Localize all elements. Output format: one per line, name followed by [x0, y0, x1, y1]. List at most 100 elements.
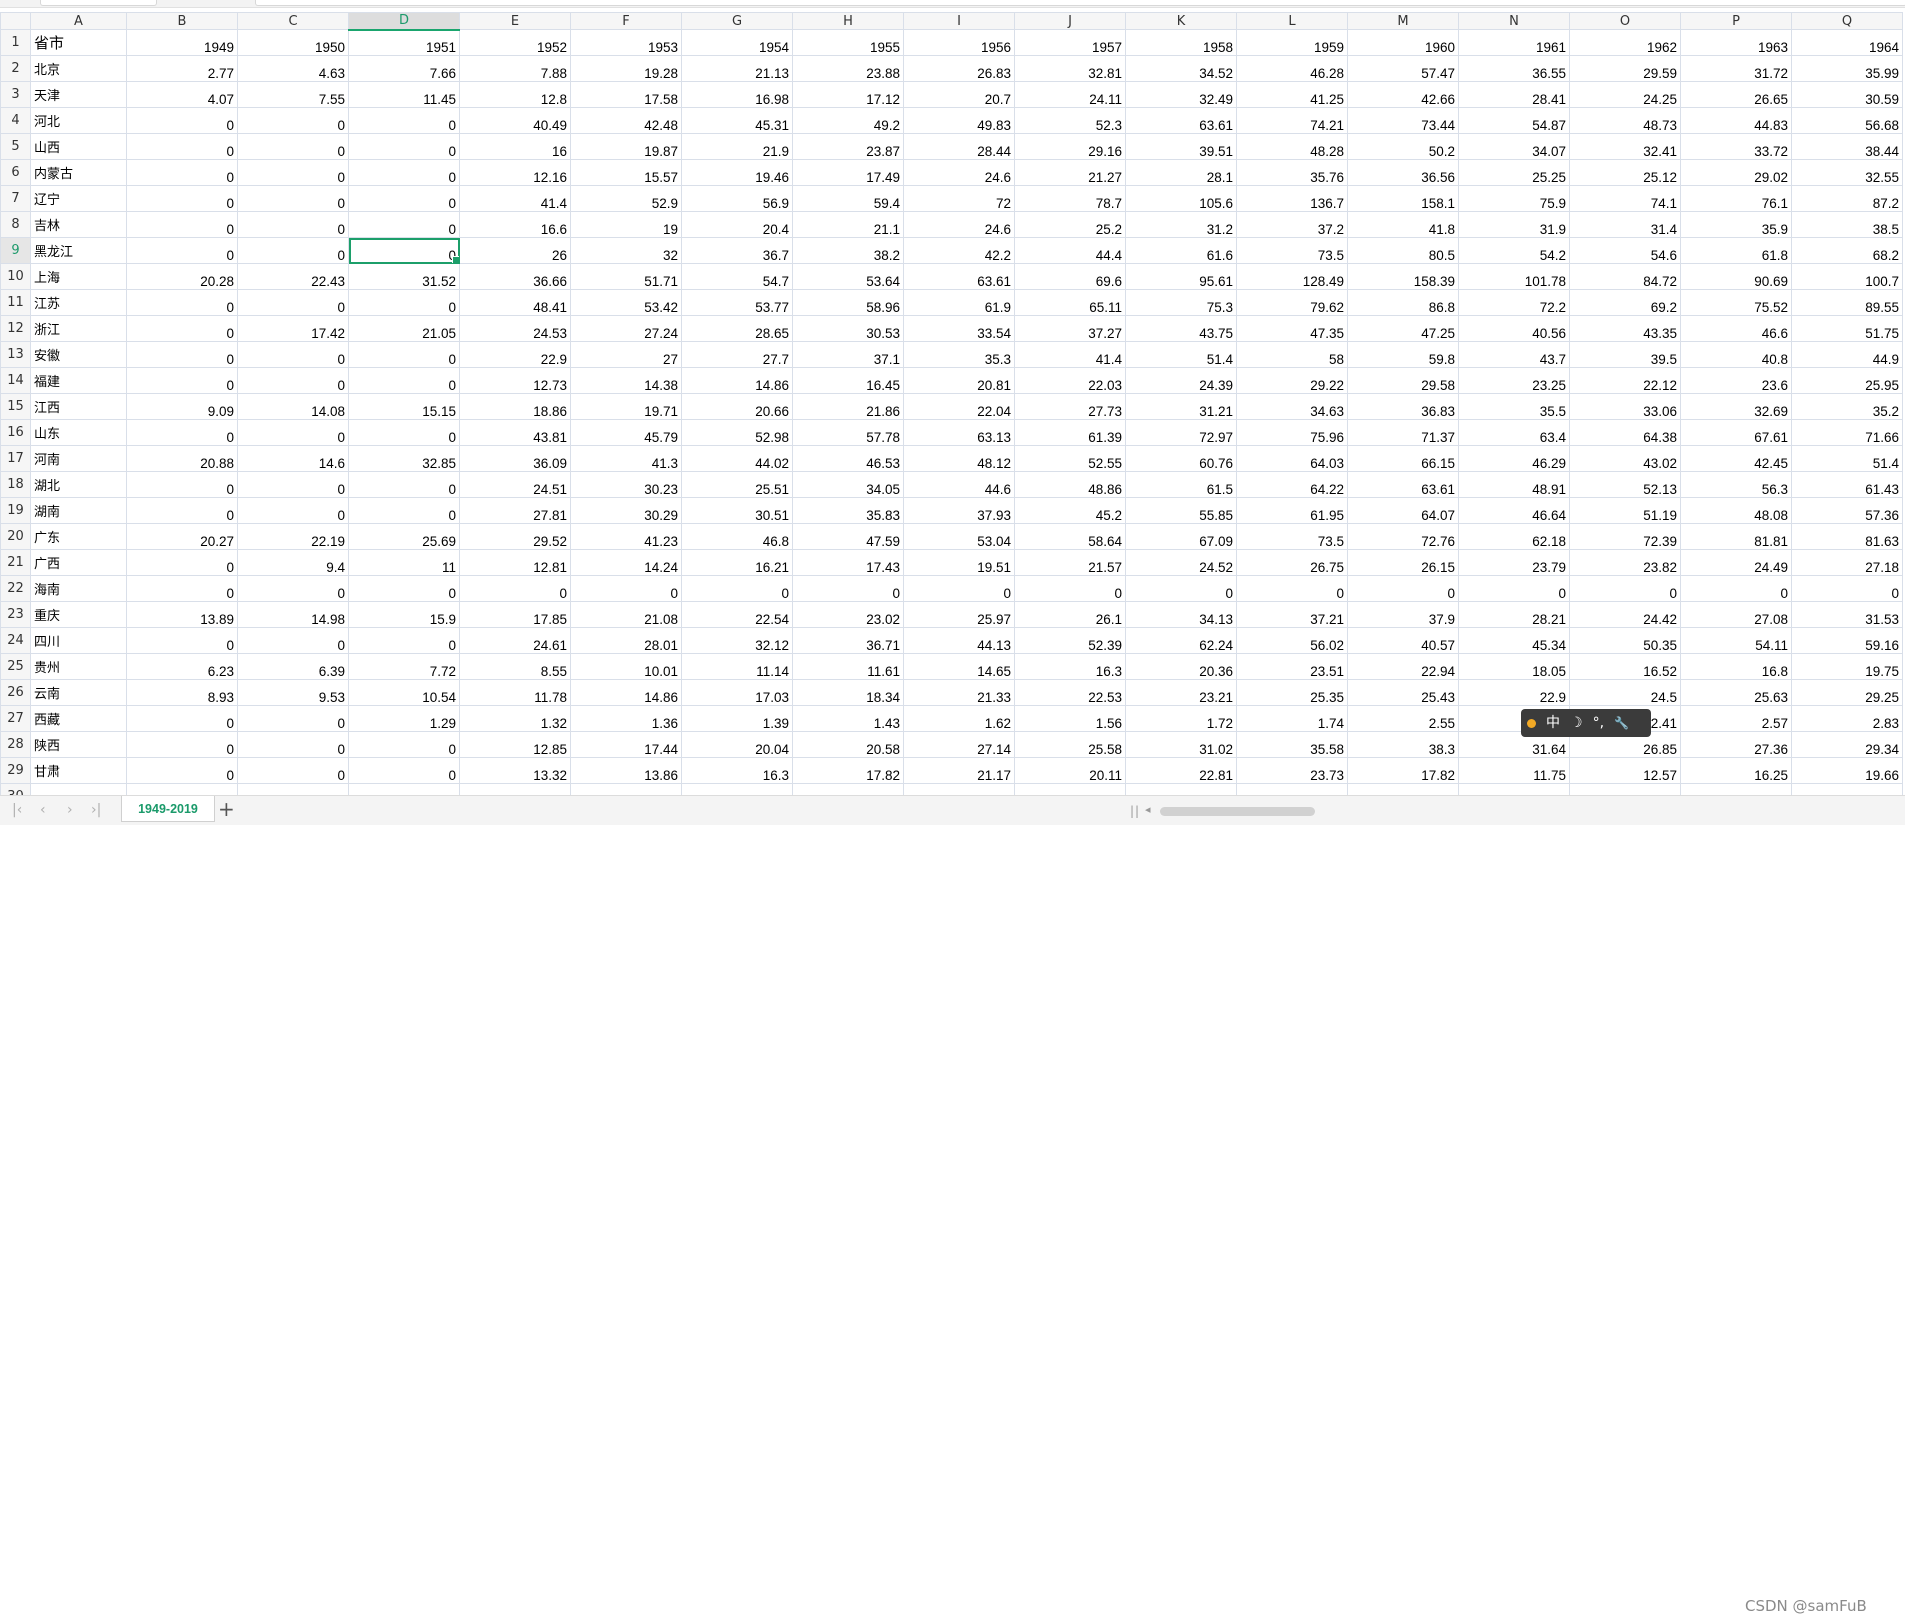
province-cell[interactable]: 福建 — [30, 367, 127, 394]
value-cell[interactable]: 48.86 — [1014, 471, 1126, 498]
value-cell[interactable]: 23.21 — [1125, 679, 1237, 706]
value-cell[interactable]: 0 — [348, 627, 460, 654]
value-cell[interactable]: 56.9 — [681, 185, 793, 212]
value-cell[interactable]: 78.7 — [1014, 185, 1126, 212]
row-header[interactable]: 23 — [0, 601, 31, 628]
value-cell[interactable]: 47.59 — [792, 523, 904, 550]
value-cell[interactable]: 18.05 — [1458, 653, 1570, 680]
value-cell[interactable]: 57.47 — [1347, 55, 1459, 82]
value-cell[interactable]: 23.73 — [1236, 757, 1348, 784]
value-cell[interactable]: 50.2 — [1347, 133, 1459, 160]
value-cell[interactable]: 44.6 — [903, 471, 1015, 498]
row-header[interactable]: 16 — [0, 419, 31, 446]
value-cell[interactable]: 48.28 — [1236, 133, 1348, 160]
add-sheet-icon[interactable]: + — [218, 798, 235, 820]
value-cell[interactable]: 0 — [1458, 575, 1570, 602]
value-cell[interactable]: 28.1 — [1125, 159, 1237, 186]
value-cell[interactable]: 0 — [237, 107, 349, 134]
value-cell[interactable] — [570, 783, 682, 795]
value-cell[interactable]: 63.13 — [903, 419, 1015, 446]
value-cell[interactable]: 72.76 — [1347, 523, 1459, 550]
value-cell[interactable]: 44.4 — [1014, 237, 1126, 264]
value-cell[interactable]: 40.57 — [1347, 627, 1459, 654]
value-cell[interactable] — [1236, 783, 1348, 795]
province-cell[interactable]: 陕西 — [30, 731, 127, 758]
value-cell[interactable]: 62.18 — [1458, 523, 1570, 550]
value-cell[interactable]: 25.51 — [681, 471, 793, 498]
value-cell[interactable]: 20.66 — [681, 393, 793, 420]
column-header-b[interactable]: B — [126, 12, 238, 30]
province-cell[interactable]: 江苏 — [30, 289, 127, 316]
value-cell[interactable]: 20.27 — [126, 523, 238, 550]
value-cell[interactable]: 65.11 — [1014, 289, 1126, 316]
value-cell[interactable]: 48.41 — [459, 289, 571, 316]
value-cell[interactable]: 46.28 — [1236, 55, 1348, 82]
value-cell[interactable]: 36.7 — [681, 237, 793, 264]
value-cell[interactable]: 16 — [459, 133, 571, 160]
province-cell[interactable]: 甘肃 — [30, 757, 127, 784]
value-cell[interactable]: 24.49 — [1680, 549, 1792, 576]
value-cell[interactable]: 0 — [237, 237, 349, 264]
value-cell[interactable]: 7.66 — [348, 55, 460, 82]
value-cell[interactable]: 68.2 — [1791, 237, 1903, 264]
year-header-cell[interactable]: 1960 — [1347, 29, 1459, 56]
value-cell[interactable]: 29.52 — [459, 523, 571, 550]
value-cell[interactable]: 60.76 — [1125, 445, 1237, 472]
value-cell[interactable]: 0 — [126, 419, 238, 446]
row-header[interactable]: 8 — [0, 211, 31, 238]
value-cell[interactable]: 12.73 — [459, 367, 571, 394]
value-cell[interactable]: 20.4 — [681, 211, 793, 238]
value-cell[interactable]: 20.28 — [126, 263, 238, 290]
value-cell[interactable]: 8.55 — [459, 653, 571, 680]
value-cell[interactable]: 56.3 — [1680, 471, 1792, 498]
value-cell[interactable]: 75.96 — [1236, 419, 1348, 446]
value-cell[interactable]: 46.29 — [1458, 445, 1570, 472]
value-cell[interactable]: 0 — [348, 757, 460, 784]
value-cell[interactable]: 36.55 — [1458, 55, 1570, 82]
value-cell[interactable]: 44.02 — [681, 445, 793, 472]
value-cell[interactable]: 64.22 — [1236, 471, 1348, 498]
value-cell[interactable]: 17.58 — [570, 81, 682, 108]
value-cell[interactable]: 75.3 — [1125, 289, 1237, 316]
value-cell[interactable]: 17.85 — [459, 601, 571, 628]
value-cell[interactable]: 0 — [126, 705, 238, 732]
value-cell[interactable]: 24.6 — [903, 211, 1015, 238]
wrench-icon[interactable]: 🔧 — [1614, 717, 1629, 729]
value-cell[interactable]: 59.4 — [792, 185, 904, 212]
row-header[interactable]: 27 — [0, 705, 31, 732]
value-cell[interactable]: 14.38 — [570, 367, 682, 394]
punctuation-icon[interactable]: °, — [1593, 716, 1604, 730]
value-cell[interactable]: 27.73 — [1014, 393, 1126, 420]
value-cell[interactable]: 52.9 — [570, 185, 682, 212]
value-cell[interactable]: 61.95 — [1236, 497, 1348, 524]
row-header[interactable]: 30 — [0, 783, 31, 795]
value-cell[interactable]: 49.2 — [792, 107, 904, 134]
row-header[interactable]: 11 — [0, 289, 31, 316]
value-cell[interactable]: 37.9 — [1347, 601, 1459, 628]
value-cell[interactable]: 32.81 — [1014, 55, 1126, 82]
value-cell[interactable]: 16.6 — [459, 211, 571, 238]
value-cell[interactable]: 22.12 — [1569, 367, 1681, 394]
ime-toolbar[interactable]: 中 ☽ °, 🔧 — [1521, 709, 1651, 737]
value-cell[interactable]: 17.82 — [1347, 757, 1459, 784]
value-cell[interactable]: 26.75 — [1236, 549, 1348, 576]
row-header[interactable]: 25 — [0, 653, 31, 680]
value-cell[interactable]: 0 — [126, 367, 238, 394]
value-cell[interactable]: 54.6 — [1569, 237, 1681, 264]
value-cell[interactable]: 25.58 — [1014, 731, 1126, 758]
value-cell[interactable]: 31.21 — [1125, 393, 1237, 420]
value-cell[interactable]: 53.64 — [792, 263, 904, 290]
value-cell[interactable] — [30, 783, 127, 795]
value-cell[interactable]: 16.52 — [1569, 653, 1681, 680]
value-cell[interactable]: 36.83 — [1347, 393, 1459, 420]
row-header[interactable]: 6 — [0, 159, 31, 186]
row-header[interactable]: 14 — [0, 367, 31, 394]
value-cell[interactable]: 46.64 — [1458, 497, 1570, 524]
value-cell[interactable]: 9.09 — [126, 393, 238, 420]
value-cell[interactable]: 24.6 — [903, 159, 1015, 186]
row-header[interactable]: 2 — [0, 55, 31, 82]
province-cell[interactable]: 吉林 — [30, 211, 127, 238]
column-header-m[interactable]: M — [1347, 12, 1459, 30]
value-cell[interactable]: 1.36 — [570, 705, 682, 732]
value-cell[interactable]: 1.72 — [1125, 705, 1237, 732]
